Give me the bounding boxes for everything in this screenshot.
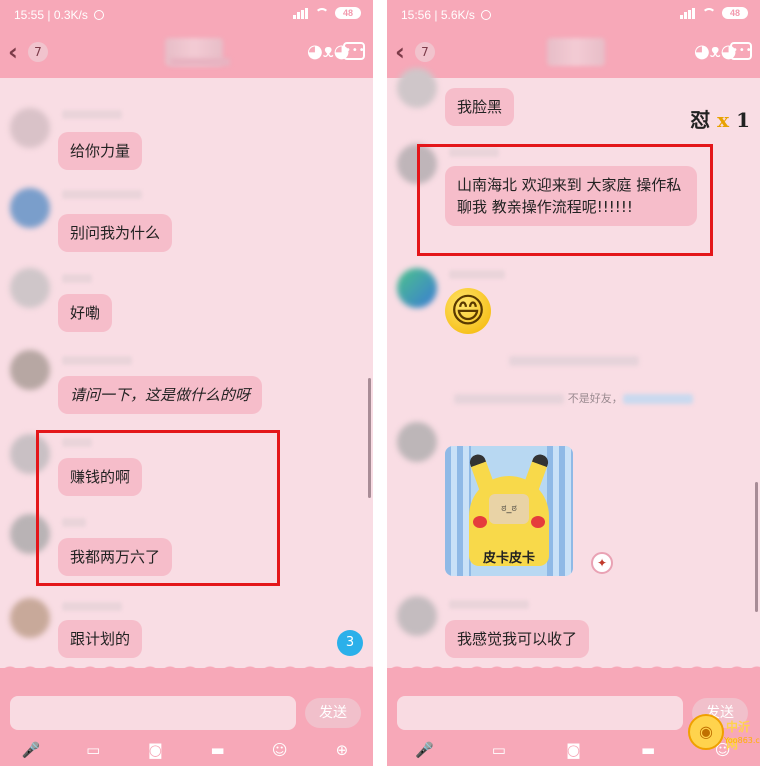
avatar[interactable] (397, 68, 437, 108)
mic-icon[interactable]: 🎤 (413, 740, 435, 760)
pikachu-sticker[interactable]: ಠ_ಠ 皮卡皮卡 (445, 446, 573, 576)
left-chat-screen: 15:55 | 0.3K/s 48 ‹ 7 ◕ᴥ◕ ••• 给你力量 别问我为什… (0, 0, 373, 766)
status-speed: 0.3K/s (53, 8, 88, 22)
message-input[interactable] (10, 696, 296, 730)
avatar[interactable] (397, 596, 437, 636)
sender-name-blurred (62, 190, 142, 199)
status-time: 15:55 (14, 8, 45, 22)
scrollbar[interactable] (755, 482, 758, 612)
smile-emoji[interactable]: 😄 (445, 288, 491, 334)
group-chat-icon[interactable]: ••• (730, 42, 752, 60)
message-list[interactable]: 我脸黑 山南海北 欢迎来到 大家庭 操作私聊我 教亲操作流程呢!!!!!! 😄 … (387, 68, 760, 668)
image-icon[interactable]: ▭ (488, 740, 510, 760)
message-bubble[interactable]: 我感觉我可以收了 (445, 620, 590, 658)
scrollbar[interactable] (368, 378, 371, 498)
message-bubble[interactable]: 请问一下，这是做什么的呀 (58, 376, 263, 414)
avatar[interactable] (10, 350, 50, 390)
message-bubble[interactable]: 我脸黑 (445, 88, 515, 126)
message-bubble[interactable]: 跟计划的 (58, 620, 143, 658)
avatar[interactable] (10, 268, 50, 308)
avatar[interactable] (10, 188, 50, 228)
status-bar: 15:56 | 5.6K/s 48 (387, 0, 760, 28)
sender-name-blurred (62, 356, 132, 365)
message-input[interactable] (397, 696, 683, 730)
sender-name-blurred (449, 270, 505, 279)
sender-name-blurred (62, 110, 122, 119)
sender-name-blurred (62, 274, 92, 283)
camera-icon[interactable]: ◙ (562, 740, 584, 760)
new-messages-badge[interactable]: 3 (337, 630, 363, 656)
input-toolbar: 🎤 ▭ ◙ ▬ ☺ ⊕ (0, 740, 373, 762)
message-bubble[interactable]: 别问我为什么 (58, 214, 173, 252)
signal-icon (680, 7, 696, 19)
folder-icon[interactable]: ▬ (207, 740, 229, 760)
back-chevron-icon[interactable]: ‹ (8, 40, 18, 64)
system-notice (387, 354, 760, 367)
notification-icon (93, 10, 104, 20)
system-notice: 不是好友， (387, 390, 760, 406)
chat-subtitle-blurred (170, 58, 230, 66)
battery-icon: 48 (335, 7, 361, 19)
mic-icon[interactable]: 🎤 (20, 740, 42, 760)
input-panel: 发送 🎤 ▭ ◙ ▬ ☺ ⊕ (0, 660, 373, 766)
signal-icon (293, 7, 309, 19)
battery-icon: 48 (722, 7, 748, 19)
status-speed: 5.6K/s (440, 8, 475, 22)
back-chevron-icon[interactable]: ‹ (395, 40, 405, 64)
reaction-badge-icon[interactable]: ✦ (591, 552, 613, 574)
avatar[interactable] (10, 108, 50, 148)
sticker-caption: 皮卡皮卡 (482, 551, 535, 566)
camera-icon[interactable]: ◙ (144, 740, 166, 760)
status-bar: 15:55 | 0.3K/s 48 (0, 0, 373, 28)
watermark-name: 中沂网 (726, 720, 751, 751)
folder-icon[interactable]: ▬ (637, 740, 659, 760)
wifi-icon (315, 7, 329, 19)
cat-face-icon[interactable]: ◕ᴥ◕ (307, 42, 349, 62)
meme-face: ಠ_ಠ (489, 494, 529, 524)
wifi-icon (702, 7, 716, 19)
avatar[interactable] (397, 422, 437, 462)
unread-count-badge[interactable]: 7 (28, 42, 48, 62)
avatar[interactable] (397, 268, 437, 308)
chat-title-blurred (547, 38, 605, 66)
watermark-logo-icon: ◉ (688, 714, 724, 750)
message-list[interactable]: 给你力量 别问我为什么 好嘞 请问一下，这是做什么的呀 赚钱的啊 我都两万六了 … (0, 78, 373, 668)
cat-face-icon[interactable]: ◕ᴥ◕ (694, 42, 736, 62)
notification-icon (480, 10, 491, 20)
watermark-url: Yoo863.com (724, 736, 760, 745)
chat-header: ‹ 7 ◕ᴥ◕ ••• (387, 28, 760, 78)
site-watermark: ◉ 中沂网 Yoo863.com (680, 706, 760, 766)
message-bubble[interactable]: 好嘞 (58, 294, 113, 332)
send-button[interactable]: 发送 (305, 698, 361, 728)
chat-header: ‹ 7 ◕ᴥ◕ ••• (0, 28, 373, 78)
plus-icon[interactable]: ⊕ (331, 740, 353, 760)
image-icon[interactable]: ▭ (82, 740, 104, 760)
right-chat-screen: 15:56 | 5.6K/s 48 ‹ 7 ◕ᴥ◕ ••• 怼 x 1 我脸黑 … (387, 0, 760, 766)
unread-count-badge[interactable]: 7 (415, 42, 435, 62)
emoji-icon[interactable]: ☺ (269, 740, 291, 760)
status-time: 15:56 (401, 8, 432, 22)
sender-name-blurred (449, 600, 529, 609)
avatar[interactable] (10, 598, 50, 638)
group-chat-icon[interactable]: ••• (343, 42, 365, 60)
highlight-box (417, 144, 713, 256)
message-bubble[interactable]: 给你力量 (58, 132, 143, 170)
sender-name-blurred (62, 602, 122, 611)
highlight-box (36, 430, 280, 586)
